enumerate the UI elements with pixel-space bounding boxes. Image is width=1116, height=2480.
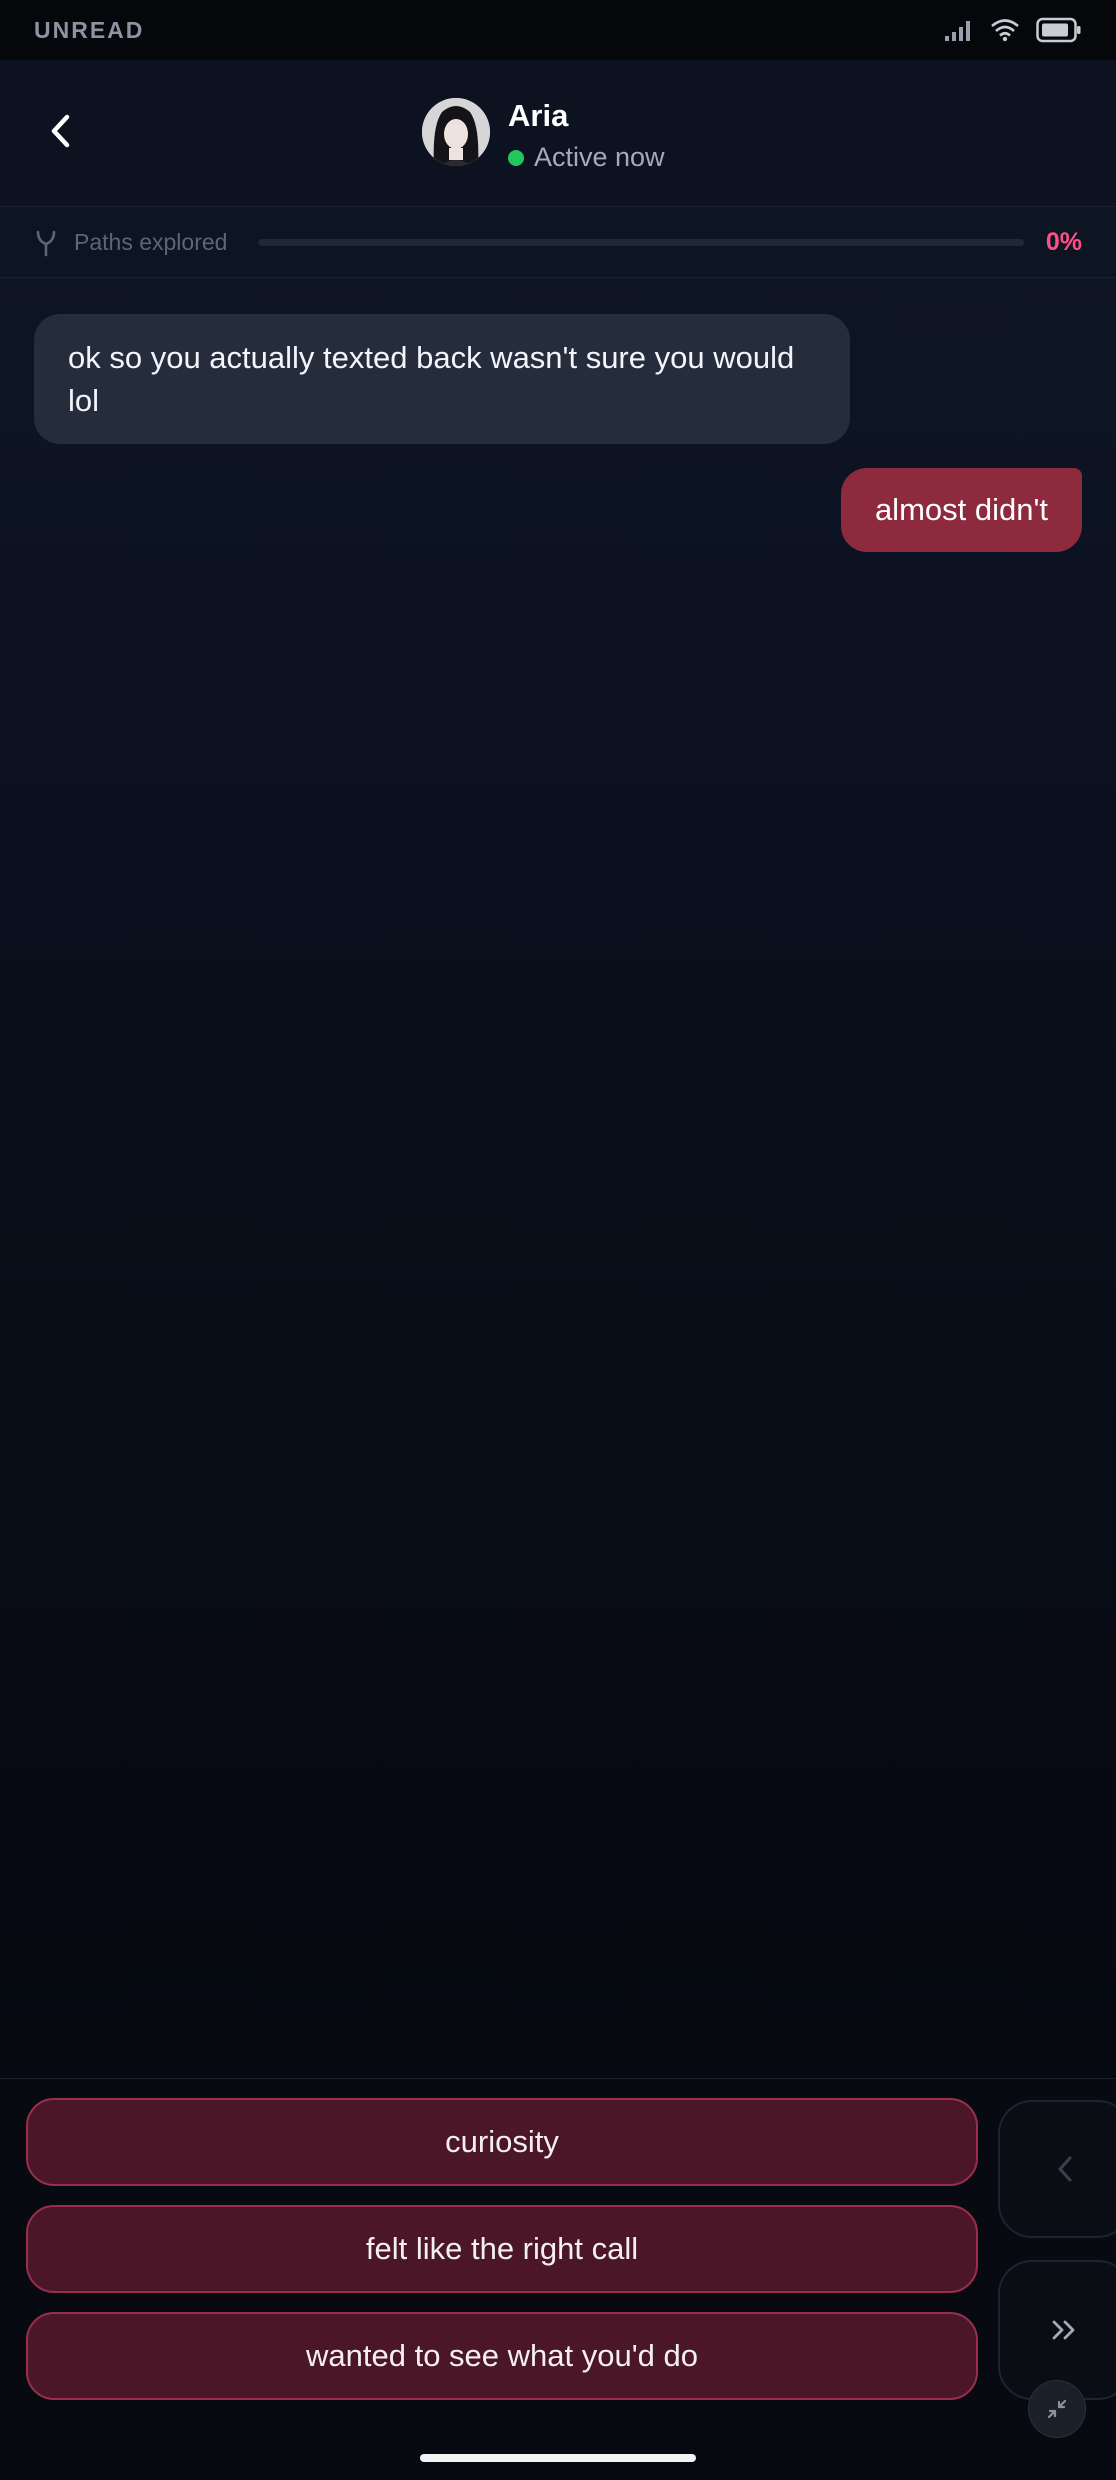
message-outgoing: almost didn't [840, 468, 1082, 552]
status-bar: UNREAD [0, 0, 1116, 60]
status-app-label: UNREAD [34, 16, 145, 43]
avatar[interactable] [422, 98, 490, 166]
branch-icon [36, 230, 56, 257]
online-dot-icon [508, 149, 524, 166]
chevron-left-icon [1058, 2156, 1072, 2182]
double-chevron-right-icon [1052, 2320, 1075, 2340]
progress-track [258, 239, 1024, 246]
avatar-image [422, 98, 490, 166]
message-incoming: ok so you actually texted back wasn't su… [34, 314, 850, 444]
skip-button[interactable] [998, 2260, 1116, 2400]
progress-label: Paths explored [74, 229, 228, 255]
chat-screen: UNREAD Aria Active now Paths explored 0%… [0, 0, 1116, 2480]
collapse-arrows-icon [1047, 2399, 1067, 2419]
choice-button-see-what-youd-do[interactable]: wanted to see what you'd do [26, 2312, 978, 2400]
signal-icon [945, 21, 970, 41]
chat-header: Aria Active now [0, 60, 1116, 207]
home-indicator[interactable] [420, 2454, 696, 2462]
presence-status: Active now [508, 142, 665, 173]
choice-button-right-call[interactable]: felt like the right call [26, 2205, 978, 2293]
presence-text: Active now [534, 142, 665, 172]
progress-value: 0% [1045, 228, 1082, 256]
battery-icon [1036, 17, 1081, 43]
contact-name: Aria [508, 98, 569, 133]
paths-progress: Paths explored 0% [0, 207, 1116, 278]
chevron-left-icon [51, 114, 70, 148]
choice-button-curiosity[interactable]: curiosity [26, 2098, 978, 2186]
back-button[interactable] [30, 100, 92, 162]
wifi-icon [991, 19, 1019, 42]
previous-choices-button[interactable] [998, 2100, 1116, 2238]
status-icons [944, 17, 1082, 43]
collapse-button[interactable] [1028, 2380, 1086, 2438]
